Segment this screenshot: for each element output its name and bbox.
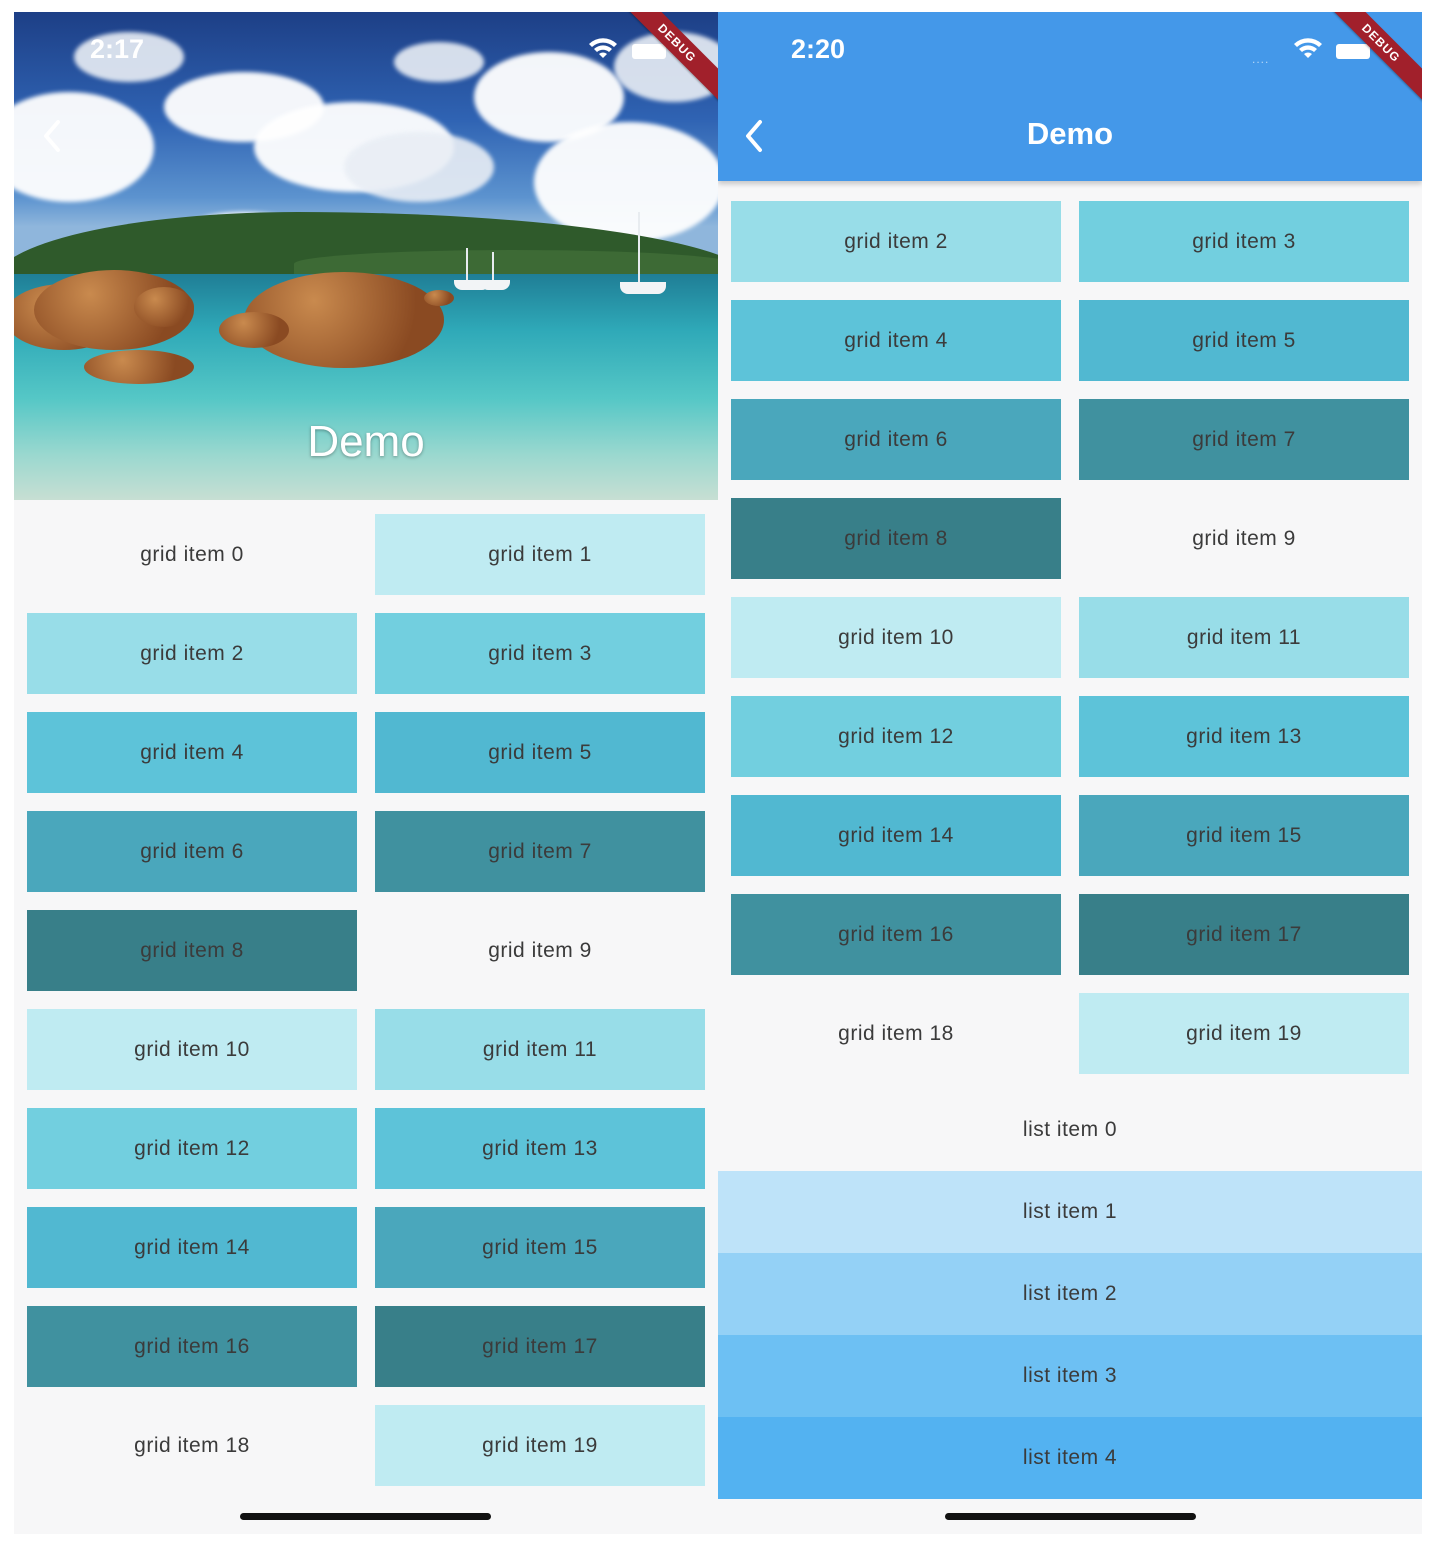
app-bar-title: Demo — [1026, 116, 1114, 151]
wifi-icon — [589, 38, 617, 58]
grid-item[interactable]: grid item 2 — [731, 201, 1061, 282]
grid-item[interactable]: grid item 3 — [375, 613, 705, 694]
hero-image: Demo — [14, 12, 718, 500]
grid-item[interactable]: grid item 13 — [375, 1108, 705, 1189]
list-item[interactable]: list item 1 — [718, 1171, 1422, 1253]
grid-item[interactable]: grid item 12 — [731, 696, 1061, 777]
grid-item[interactable]: grid item 15 — [1079, 795, 1409, 876]
grid-item[interactable]: grid item 14 — [27, 1207, 357, 1288]
grid-item[interactable]: grid item 13 — [1079, 696, 1409, 777]
grid-item[interactable]: grid item 10 — [27, 1009, 357, 1090]
grid-item[interactable]: grid item 2 — [27, 613, 357, 694]
app-bar: 2:20 .... Demo DEBUG — [718, 12, 1422, 181]
home-indicator — [240, 1513, 491, 1520]
list-item[interactable]: list item 0 — [718, 1089, 1422, 1171]
grid-item[interactable]: grid item 16 — [27, 1306, 357, 1387]
battery-icon — [632, 44, 666, 59]
home-indicator — [945, 1513, 1196, 1520]
grid-item[interactable]: grid item 3 — [1079, 201, 1409, 282]
grid-item[interactable]: grid item 18 — [27, 1405, 357, 1486]
status-time: 2:17 — [90, 34, 145, 64]
grid-item[interactable]: grid item 5 — [1079, 300, 1409, 381]
status-time: 2:20 — [791, 34, 846, 64]
debug-banner: DEBUG — [1320, 12, 1422, 104]
list-item[interactable]: list item 4 — [718, 1417, 1422, 1499]
grid-item[interactable]: grid item 5 — [375, 712, 705, 793]
grid-item[interactable]: grid item 4 — [27, 712, 357, 793]
grid-item[interactable]: grid item 18 — [731, 993, 1061, 1074]
grid-item[interactable]: grid item 17 — [1079, 894, 1409, 975]
grid-item[interactable]: grid item 9 — [1079, 498, 1409, 579]
grid-item[interactable]: grid item 6 — [731, 399, 1061, 480]
back-arrow-icon[interactable] — [36, 114, 70, 158]
grid-item[interactable]: grid item 11 — [1079, 597, 1409, 678]
grid-item[interactable]: grid item 10 — [731, 597, 1061, 678]
hero-title: Demo — [307, 417, 425, 466]
grid-item[interactable]: grid item 8 — [731, 498, 1061, 579]
grid-item[interactable]: grid item 9 — [375, 910, 705, 991]
grid-item[interactable]: grid item 14 — [731, 795, 1061, 876]
list-right: list item 0 list item 1 list item 2 list it… — [718, 1089, 1422, 1499]
right-phone-screen: grid item 2 grid item 3 grid item 4 grid it… — [718, 12, 1422, 1534]
grid-item[interactable]: grid item 4 — [731, 300, 1061, 381]
signal-icon: .... — [1252, 52, 1270, 66]
grid-item[interactable]: grid item 1 — [375, 514, 705, 595]
grid-item[interactable]: grid item 19 — [375, 1405, 705, 1486]
grid-item[interactable]: grid item 7 — [1079, 399, 1409, 480]
grid-item[interactable]: grid item 12 — [27, 1108, 357, 1189]
grid-item[interactable]: grid item 0 — [27, 514, 357, 595]
grid-item[interactable]: grid item 8 — [27, 910, 357, 991]
wifi-icon — [1294, 38, 1322, 58]
grid-item[interactable]: grid item 19 — [1079, 993, 1409, 1074]
grid-item[interactable]: grid item 6 — [27, 811, 357, 892]
grid-item[interactable]: grid item 17 — [375, 1306, 705, 1387]
list-item[interactable]: list item 3 — [718, 1335, 1422, 1417]
grid-item[interactable]: grid item 11 — [375, 1009, 705, 1090]
grid-item[interactable]: grid item 16 — [731, 894, 1061, 975]
grid-left: grid item 0 grid item 1 grid item 2 grid it… — [27, 514, 705, 1486]
grid-right: grid item 2 grid item 3 grid item 4 grid it… — [731, 201, 1409, 1074]
left-phone-screen: Demo 2:17 DEBUG grid item 0 grid item 1 gr… — [14, 12, 718, 1534]
grid-item[interactable]: grid item 7 — [375, 811, 705, 892]
grid-item[interactable]: grid item 15 — [375, 1207, 705, 1288]
list-item[interactable]: list item 2 — [718, 1253, 1422, 1335]
battery-icon — [1336, 44, 1370, 59]
